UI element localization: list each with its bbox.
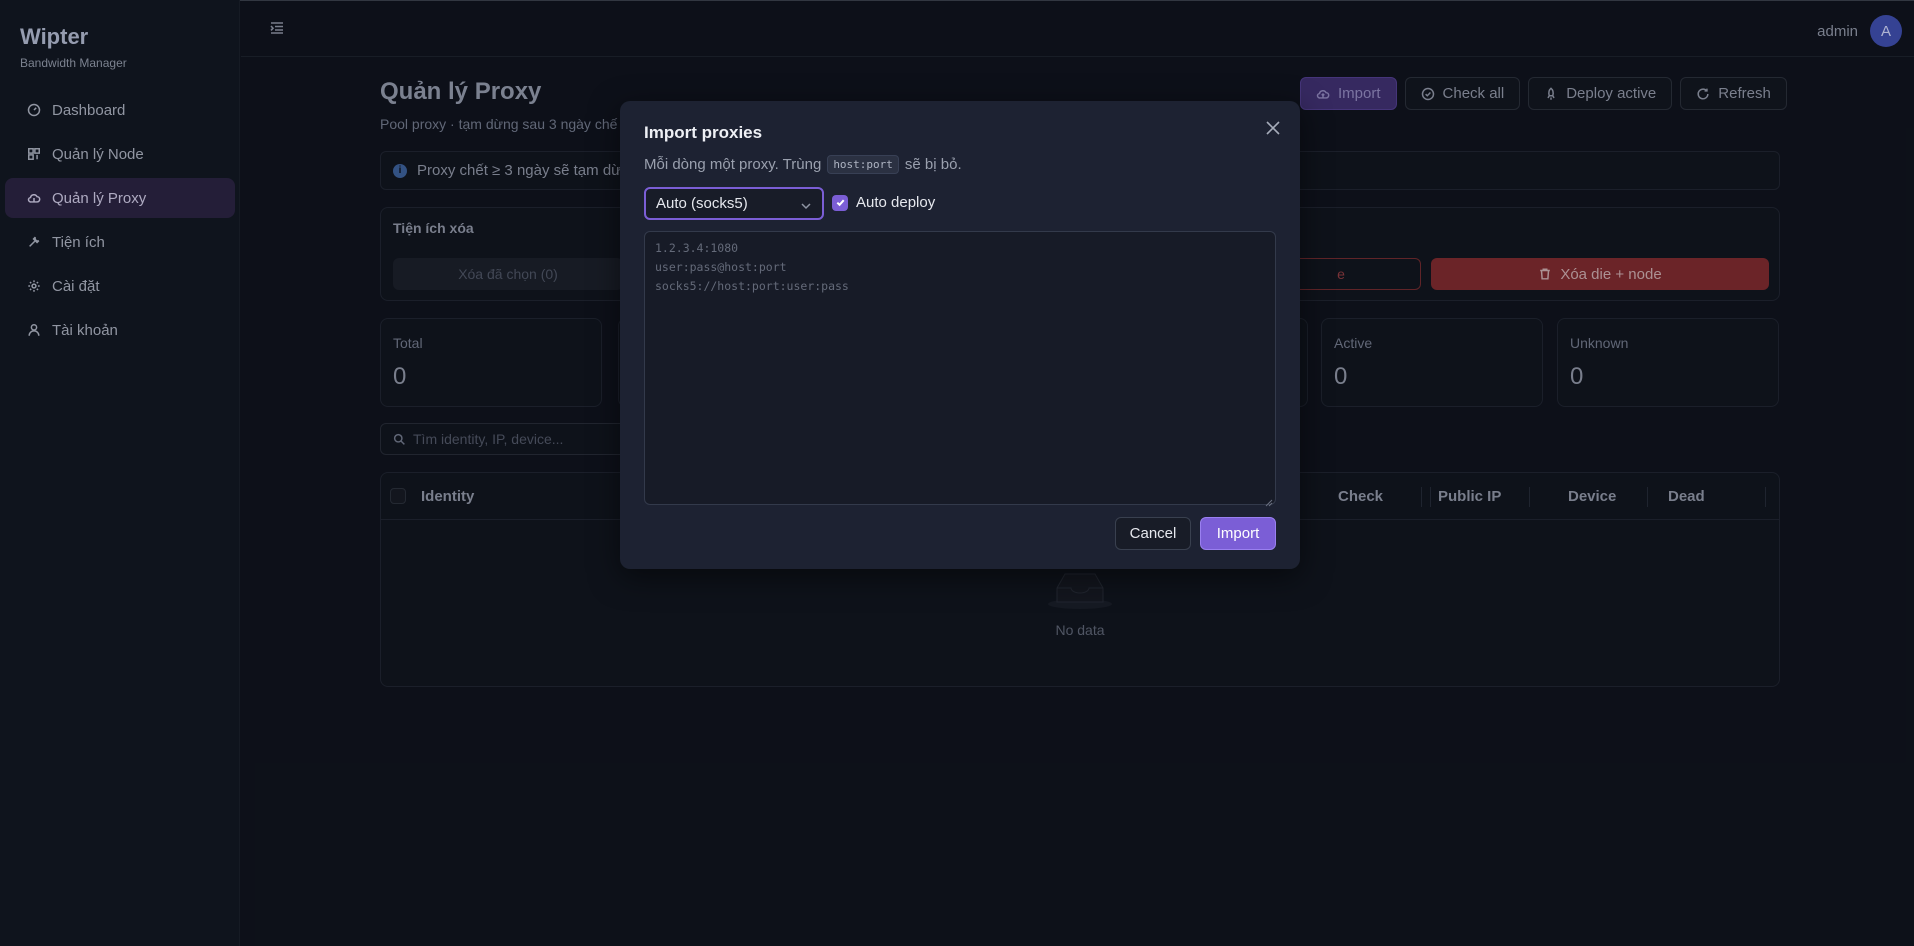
modal-desc-text: Mỗi dòng một proxy. Trùng <box>644 156 822 173</box>
auto-deploy-checkbox[interactable] <box>832 194 848 211</box>
resize-handle-icon[interactable] <box>1265 494 1273 507</box>
protocol-select[interactable]: Auto (socks5) <box>644 187 824 220</box>
modal-desc-code: host:port <box>827 155 899 174</box>
placeholder-line: 1.2.3.4:1080 <box>655 241 739 255</box>
placeholder-line: socks5://host:port:user:pass <box>655 279 849 293</box>
check-icon <box>836 199 844 207</box>
cancel-button[interactable]: Cancel <box>1115 517 1191 550</box>
chevron-down-icon <box>800 199 812 211</box>
modal-title: Import proxies <box>644 123 763 142</box>
auto-deploy-label: Auto deploy <box>856 194 936 211</box>
protocol-select-value: Auto (socks5) <box>656 195 748 212</box>
modal-desc-text-after: sẽ bị bỏ. <box>904 156 962 173</box>
import-proxies-modal: Import proxies Mỗi dòng một proxy. Trùng… <box>620 101 1300 569</box>
proxy-list-textarea[interactable]: 1.2.3.4:1080 user:pass@host:port socks5:… <box>644 231 1276 507</box>
placeholder-line: user:pass@host:port <box>655 260 787 274</box>
close-icon[interactable] <box>1264 119 1282 137</box>
auto-deploy-toggle[interactable]: Auto deploy <box>832 194 935 211</box>
modal-description: Mỗi dòng một proxy. Trùng host:port sẽ b… <box>644 155 962 174</box>
modal-import-button[interactable]: Import <box>1200 517 1276 550</box>
